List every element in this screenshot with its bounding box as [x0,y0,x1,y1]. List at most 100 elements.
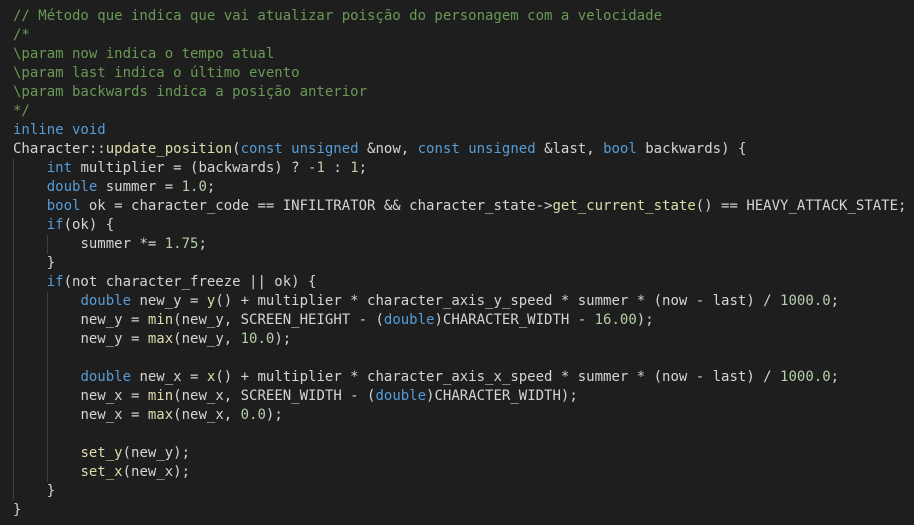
code-line[interactable]: set_y(new_y); [0,444,914,463]
indent-guide [13,425,14,444]
code-line[interactable]: inline void [0,121,914,140]
code-token-default: ; [198,236,207,252]
code-token-func: set_x [80,464,123,480]
code-token-default: (new_y); [122,445,191,461]
code-token-default: (new_x); [122,464,191,480]
code-token-number: 1.75 [164,236,199,252]
code-token-default: )CHARACTER_WIDTH - [434,312,595,328]
code-token-func: get_current_state [552,198,696,214]
code-token-keyword: if [46,217,64,233]
indent-guide [47,235,48,254]
code-line[interactable] [0,349,914,368]
code-token-number: 0.0 [240,407,266,423]
code-token-keyword: bool [46,198,81,214]
code-token-keyword: const unsigned [417,141,536,157]
code-line[interactable]: */ [0,102,914,121]
code-token-number: -1 [308,160,325,176]
code-token-default: backwards) { [636,141,747,157]
code-token-default: : [324,160,351,176]
code-line[interactable]: } [0,482,914,501]
code-token-default: (new_y, [173,331,241,347]
code-token-default: (new_y, SCREEN_HEIGHT - ( [173,312,384,328]
code-line[interactable]: set_x(new_x); [0,463,914,482]
code-token-func: max [147,331,174,347]
code-line[interactable]: new_x = min(new_x, SCREEN_WIDTH - (doubl… [0,387,914,406]
code-token-default: summer = [97,179,182,195]
code-token-keyword: inline void [13,122,106,138]
code-line[interactable]: bool ok = character_code == INFILTRATOR … [0,197,914,216]
code-token-default: summer *= [80,236,165,252]
indent-guide [13,406,14,425]
code-token-keyword: double [375,388,427,404]
indent-guide [47,330,48,349]
code-token-comment: /* [13,27,30,43]
code-line[interactable]: if(not character_freeze || ok) { [0,273,914,292]
code-token-default: &now, [358,141,418,157]
code-token-number: 1000.0 [780,293,831,309]
code-token-default: Character:: [13,141,106,157]
code-token-comment: \param last indica o último evento [13,65,300,81]
code-line[interactable]: /* [0,26,914,45]
code-token-keyword: double [46,179,98,195]
indent-guide [13,292,14,311]
indent-guide [47,311,48,330]
code-line[interactable]: if(ok) { [0,216,914,235]
code-line[interactable]: // Método que indica que vai atualizar p… [0,7,914,26]
code-line[interactable] [0,425,914,444]
code-token-func: min [147,312,174,328]
code-line[interactable]: new_x = max(new_x, 0.0); [0,406,914,425]
code-token-number: 16.00 [594,312,637,328]
code-token-func: max [147,407,174,423]
code-line[interactable]: } [0,501,914,520]
code-line[interactable]: \param last indica o último evento [0,64,914,83]
code-editor[interactable]: // Método que indica que vai atualizar p… [0,0,914,525]
code-token-keyword: const unsigned [240,141,359,157]
code-token-keyword: int [46,160,73,176]
code-line[interactable]: \param now indica o tempo atual [0,45,914,64]
code-token-default: ; [830,369,840,385]
indent-guide [47,292,48,311]
indent-guide [47,425,48,444]
code-token-default: (new_x, [173,407,241,423]
code-token-default: ); [636,312,654,328]
code-token-keyword: double [383,312,435,328]
code-token-number: 1000.0 [780,369,831,385]
code-line[interactable]: new_y = min(new_y, SCREEN_HEIGHT - (doub… [0,311,914,330]
code-line[interactable]: double new_y = y() + multiplier * charac… [0,292,914,311]
code-line[interactable]: \param backwards indica a posição anteri… [0,83,914,102]
code-token-default: multiplier = (backwards) ? [72,160,309,176]
code-line[interactable]: } [0,254,914,273]
code-token-number: 1 [350,160,359,176]
code-line[interactable]: int multiplier = (backwards) ? -1 : 1; [0,159,914,178]
code-token-default: new_y = [80,331,148,347]
code-token-default: (ok) { [63,217,115,233]
code-line[interactable]: new_y = max(new_y, 10.0); [0,330,914,349]
code-token-default: (not character_freeze || ok) { [63,274,317,290]
code-token-default: } [46,483,56,499]
indent-guide [13,463,14,482]
indent-guide [13,482,14,501]
code-token-default: ); [265,407,283,423]
code-token-default: ; [206,179,216,195]
code-line[interactable]: Character::update_position(const unsigne… [0,140,914,159]
code-token-default: ; [358,160,368,176]
indent-guide [47,463,48,482]
code-token-default: (new_x, SCREEN_WIDTH - ( [173,388,376,404]
code-line[interactable]: summer *= 1.75; [0,235,914,254]
code-token-comment: \param now indica o tempo atual [13,46,275,62]
code-token-number: 1.0 [181,179,207,195]
code-token-default: new_y = [80,312,148,328]
code-token-default: new_x = [80,388,148,404]
code-line[interactable]: double new_x = x() + multiplier * charac… [0,368,914,387]
code-token-default: ; [830,293,840,309]
indent-guide [13,273,14,292]
indent-guide [47,387,48,406]
code-token-keyword: double [80,293,132,309]
indent-guide [13,159,14,178]
code-line[interactable]: double summer = 1.0; [0,178,914,197]
